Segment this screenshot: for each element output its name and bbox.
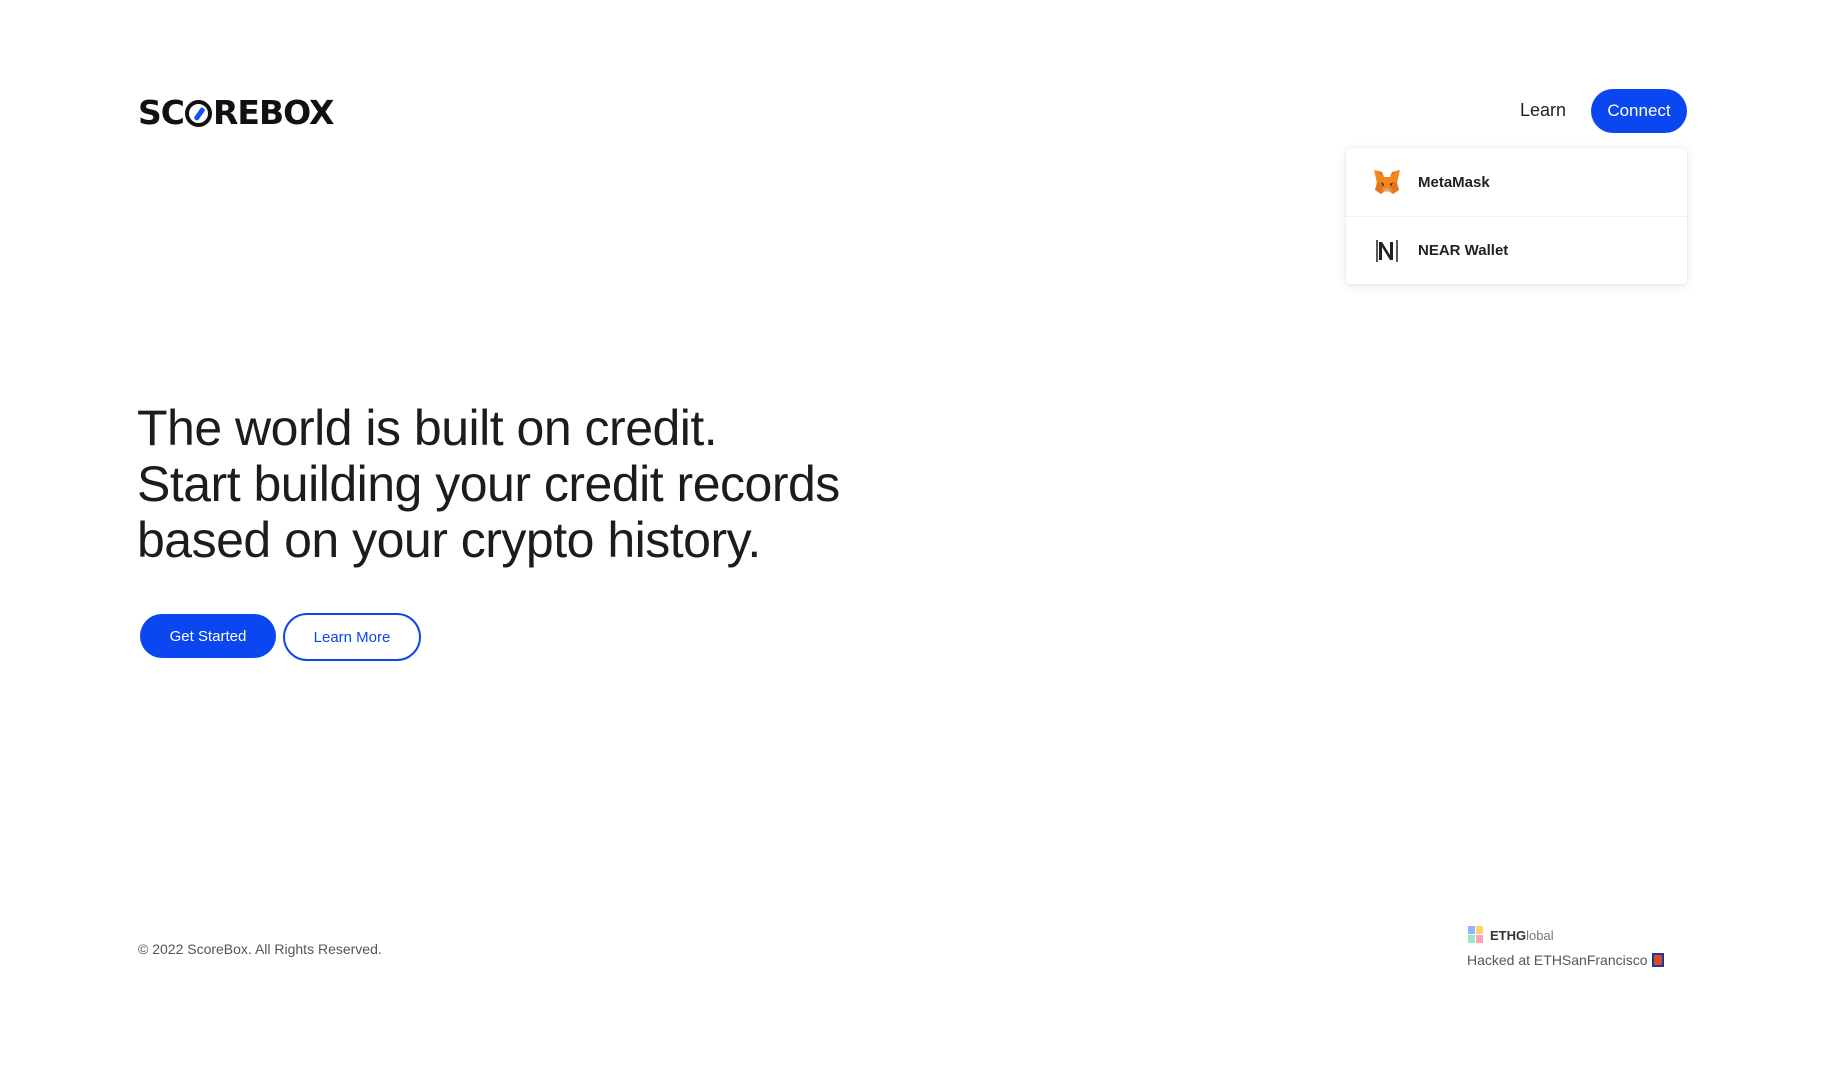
scorebox-logo[interactable]: SC REBOX — [138, 93, 334, 132]
metamask-fox-icon — [1374, 170, 1400, 194]
ethglobal-brand-light: lobal — [1526, 927, 1554, 943]
wallet-option-label: NEAR Wallet — [1418, 242, 1509, 259]
ethsf-flag-icon — [1651, 953, 1664, 967]
wallet-dropdown: MetaMask NEAR Wallet — [1346, 148, 1687, 284]
ethglobal-logo-icon — [1468, 926, 1483, 943]
nav-learn-link[interactable]: Learn — [1520, 100, 1566, 121]
hero-line-1: The world is built on credit. — [137, 400, 718, 456]
wallet-option-near[interactable]: NEAR Wallet — [1346, 216, 1687, 284]
logo-text-end: REBOX — [213, 93, 334, 132]
logo-text-start: SC — [138, 93, 185, 132]
landing-page: SC REBOX Learn Connect MetaMask NEAR Wal… — [0, 0, 1843, 1076]
near-logo-icon — [1376, 239, 1398, 262]
hero-line-2: Start building your credit records — [137, 456, 840, 512]
hero-headline: The world is built on credit. Start buil… — [137, 400, 840, 568]
wallet-option-metamask[interactable]: MetaMask — [1346, 148, 1687, 216]
copyright-text: © 2022 ScoreBox. All Rights Reserved. — [138, 941, 382, 957]
hero-line-3: based on your crypto history. — [137, 512, 761, 568]
ethglobal-brand-bold: ETHG — [1490, 927, 1527, 943]
logo-gauge-icon — [185, 99, 212, 127]
hacked-at-line: Hacked at ETHSanFrancisco — [1467, 952, 1664, 968]
wallet-option-label: MetaMask — [1418, 173, 1490, 191]
get-started-button[interactable]: Get Started — [140, 614, 276, 658]
connect-button[interactable]: Connect — [1591, 89, 1687, 133]
hacked-at-text: Hacked at ETHSanFrancisco — [1467, 952, 1648, 968]
learn-more-button[interactable]: Learn More — [283, 613, 421, 661]
ethglobal-badge[interactable]: ETHG lobal — [1467, 925, 1554, 945]
